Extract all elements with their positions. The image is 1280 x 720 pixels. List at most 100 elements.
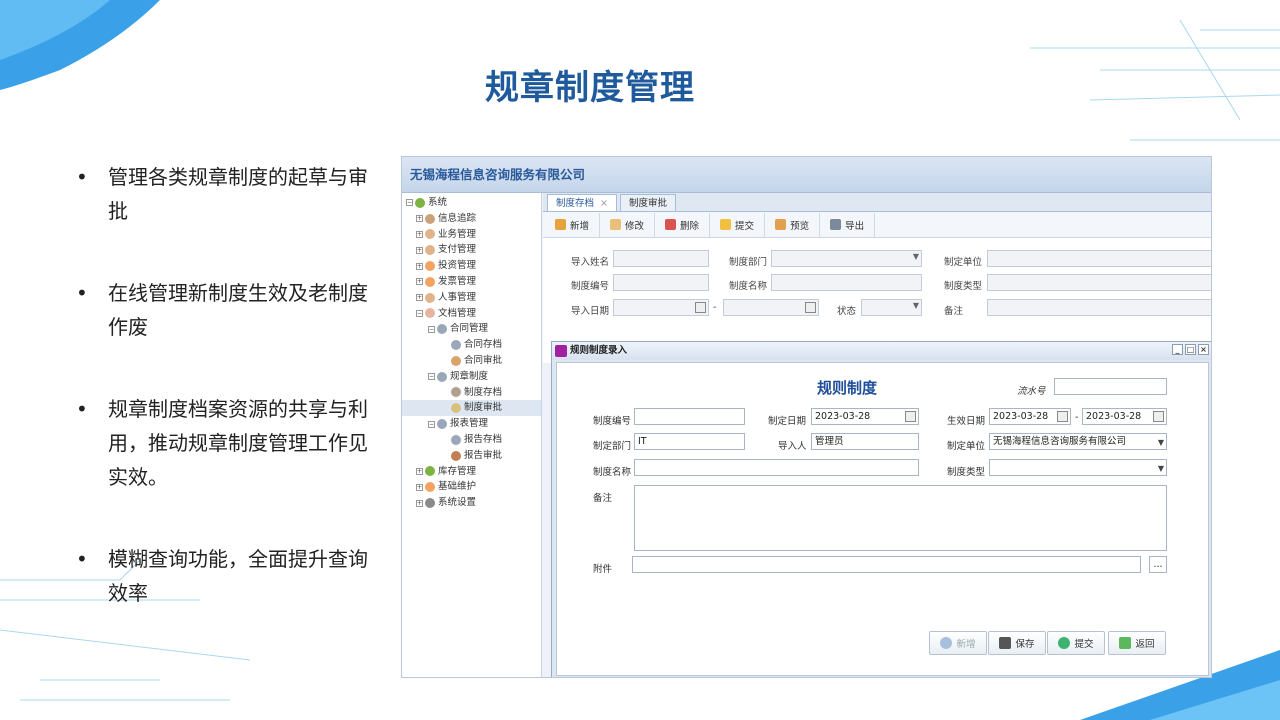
effect-from-input[interactable]: 2023-03-28 (989, 408, 1071, 425)
tree-item-label: 投资管理 (438, 260, 477, 272)
tree-item[interactable]: 报告审批 (402, 448, 541, 464)
collapse-icon[interactable]: − (428, 325, 435, 333)
attach-input[interactable] (632, 556, 1141, 573)
date-from-input[interactable] (613, 299, 709, 316)
tab-close-icon[interactable]: × (600, 198, 608, 209)
tree-item[interactable]: − 合同管理 (402, 321, 541, 337)
unit-select[interactable]: 无锡海程信息咨询服务有限公司 ▼ (989, 433, 1167, 450)
browse-button[interactable]: ... (1149, 556, 1167, 573)
toolbar-button[interactable]: 删除 (655, 212, 711, 237)
collapse-icon[interactable]: − (406, 199, 413, 207)
toolbar-button[interactable]: 新增 (545, 212, 601, 237)
tab-archive[interactable]: 制度存档 × (547, 194, 617, 211)
importer-input[interactable]: 管理员 (811, 433, 919, 450)
tree-item[interactable]: + 库存管理 (402, 464, 541, 480)
tree-item[interactable]: + 信息追踪 (402, 211, 541, 227)
tree-item[interactable]: − 文档管理 (402, 306, 541, 322)
toolbar-button-label: 修改 (625, 220, 645, 232)
tree-item[interactable]: + 投资管理 (402, 258, 541, 274)
maximize-icon[interactable]: □ (1185, 344, 1196, 355)
bullet-text: 规章制度档案资源的共享与利用，推动规章制度管理工作见实效。 (108, 397, 368, 489)
tree-item[interactable]: + 支付管理 (402, 242, 541, 258)
expand-icon[interactable]: + (416, 499, 423, 507)
import-name-input[interactable] (613, 250, 709, 267)
dialog-title: 规则制度录入 (570, 345, 628, 356)
toolbar-button[interactable]: 提交 (710, 212, 766, 237)
type-select[interactable]: ▼ (989, 459, 1167, 476)
expand-icon[interactable]: + (416, 294, 423, 302)
tree-node-icon (437, 371, 447, 382)
edit-icon (610, 219, 622, 230)
expand-icon[interactable]: + (416, 262, 423, 270)
close-icon[interactable]: × (1198, 344, 1209, 355)
tree-item[interactable]: + 基础维护 (402, 479, 541, 495)
tree-item[interactable]: + 业务管理 (402, 227, 541, 243)
unit-input[interactable] (987, 250, 1211, 267)
calendar-icon[interactable] (695, 302, 706, 313)
collapse-icon[interactable]: − (428, 373, 435, 381)
remark-input[interactable] (987, 299, 1211, 316)
dept-input[interactable]: IT (634, 433, 745, 450)
tree-item[interactable]: − 规章制度 (402, 369, 541, 385)
calendar-icon[interactable] (905, 411, 916, 422)
toolbar-button[interactable]: 预览 (765, 212, 821, 237)
expand-icon[interactable]: + (416, 467, 423, 475)
tree-item[interactable]: − 报表管理 (402, 416, 541, 432)
rule-name-input[interactable] (634, 459, 919, 476)
bullet-marker: • (76, 547, 88, 571)
serial-input[interactable] (1054, 378, 1167, 395)
code-input[interactable] (613, 274, 709, 291)
tree-item[interactable]: 报告存档 (402, 432, 541, 448)
tree-node-icon (451, 340, 461, 351)
submit-button[interactable]: 提交 (1047, 631, 1105, 655)
effect-to-input[interactable]: 2023-03-28 (1082, 408, 1167, 425)
toolbar: 新增 修改 删除 提交 预览 导出 (543, 212, 1211, 238)
calendar-icon[interactable] (1153, 411, 1164, 422)
collapse-icon[interactable]: − (428, 420, 435, 428)
status-select[interactable]: ▼ (861, 299, 922, 316)
filter-date-label: 导入日期 (571, 306, 610, 317)
expand-icon[interactable]: + (416, 215, 423, 223)
toolbar-button[interactable]: 导出 (820, 212, 876, 237)
filter-code-label: 制度编号 (571, 281, 610, 292)
tree-item-label: 系统设置 (438, 497, 477, 509)
tree-item[interactable]: 制度存档 (402, 385, 541, 401)
calendar-icon[interactable] (805, 302, 816, 313)
delete-icon (665, 219, 677, 230)
tree-item-label: 合同审批 (464, 354, 503, 366)
collapse-icon[interactable]: − (416, 309, 423, 317)
tab-approval[interactable]: 制度审批 (619, 194, 676, 211)
tree-item[interactable]: + 发票管理 (402, 274, 541, 290)
tree-item[interactable]: 合同存档 (402, 337, 541, 353)
filter-name-label: 制度名称 (729, 281, 768, 292)
tree-item[interactable]: − 系统 (402, 195, 541, 211)
page-title: 规章制度管理 (485, 68, 695, 108)
tree-item[interactable]: + 系统设置 (402, 495, 541, 511)
expand-icon[interactable]: + (416, 246, 423, 254)
new-button[interactable]: 新增 (929, 631, 987, 655)
back-button-label: 返回 (1135, 639, 1155, 650)
make-date-input[interactable]: 2023-03-28 (811, 408, 919, 425)
minimize-icon[interactable]: _ (1172, 344, 1183, 355)
expand-icon[interactable]: + (416, 278, 423, 286)
toolbar-button[interactable]: 修改 (600, 212, 656, 237)
calendar-icon[interactable] (1057, 411, 1068, 422)
date-to-input[interactable] (723, 299, 819, 316)
plus-icon (940, 637, 953, 649)
tree-item[interactable]: 制度审批 (402, 400, 541, 417)
tree-node-icon (451, 387, 461, 398)
name-input[interactable] (771, 274, 922, 291)
expand-icon[interactable]: + (416, 483, 423, 491)
app-window: 无锡海程信息咨询服务有限公司 − 系统 + 信息追踪 + 业务管理 + 支付管理 + 投资管理 + 发… (401, 156, 1212, 678)
type-input[interactable] (987, 274, 1211, 291)
back-button[interactable]: 返回 (1108, 631, 1166, 655)
tree-item[interactable]: + 人事管理 (402, 290, 541, 306)
dept-select[interactable]: ▼ (771, 250, 922, 267)
tree-item-label: 制度存档 (464, 386, 503, 398)
tree-item[interactable]: 合同审批 (402, 353, 541, 369)
remark-textarea[interactable] (634, 485, 1167, 551)
save-button[interactable]: 保存 (988, 631, 1046, 655)
rule-code-input[interactable] (634, 408, 745, 425)
expand-icon[interactable]: + (416, 230, 423, 238)
bullet-text: 管理各类规章制度的起草与审批 (108, 165, 368, 223)
